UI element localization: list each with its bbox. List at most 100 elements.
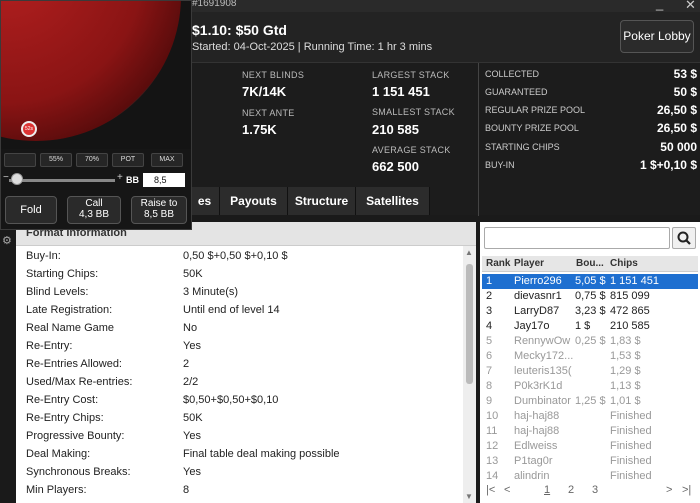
player-player-cell: P0k3rK1d [514,380,563,392]
scroll-down-icon[interactable]: ▼ [465,492,473,501]
prize-row: BOUNTY PRIZE POOL 26,50 $ [485,121,697,139]
tab-structure[interactable]: Structure [288,187,356,215]
bet-70-button[interactable]: 70% [76,153,108,167]
bet-slider-knob[interactable] [11,173,23,185]
player-search-input[interactable] [484,227,670,249]
player-row[interactable]: 11 haj-haj88 Finished [482,424,698,439]
info-key: Re-Entry Cost: [26,394,99,406]
slider-minus-button[interactable]: − [3,172,9,183]
info-scrollbar[interactable]: ▲ ▼ [463,246,476,503]
player-row[interactable]: 9 Dumbinator 1,25 $ 1,01 $ [482,394,698,409]
player-row[interactable]: 13 P1tag0r Finished [482,454,698,469]
player-bounty-cell: 0,75 $ [575,290,606,302]
tab-payouts[interactable]: Payouts [220,187,288,215]
info-row: Deal Making: Final table deal making poss… [16,446,462,464]
player-row[interactable]: 8 P0k3rK1d 1,13 $ [482,379,698,394]
tab-satellites[interactable]: Satellites [356,187,430,215]
tournament-id: #1691908 [192,0,237,9]
col-player[interactable]: Player [514,258,544,269]
col-chips[interactable]: Chips [610,258,638,269]
bb-label: BB [126,175,139,185]
next-blinds-label: NEXT BLINDS [242,70,305,80]
info-key: Deal Making: [26,448,91,460]
info-value: $0,50+$0,50+$0,10 [183,394,279,406]
player-player-cell: Mecky172... [514,350,574,362]
largest-stack-value: 1 151 451 [372,84,430,99]
info-value: Yes [183,466,201,478]
search-icon [677,231,691,245]
info-value: 2/2 [183,376,199,388]
info-value: 3 Minute(s) [183,286,239,298]
player-rank-cell: 10 [486,410,499,422]
player-row[interactable]: 5 RennywOw 0,25 $ 1,83 $ [482,334,698,349]
player-chips-cell: Finished [610,410,652,422]
prize-panel: COLLECTED 53 $ GUARANTEED 50 $ REGULAR P… [478,63,700,216]
tab-entries[interactable]: es [190,187,220,215]
player-chips-cell: Finished [610,455,652,467]
player-row[interactable]: 7 leuteris135(1,29 $ [482,364,698,379]
col-rank[interactable]: Rank [486,258,510,269]
first-page-button[interactable]: |< [486,484,495,496]
player-row[interactable]: 4 Jay17o 1 $ 210 585 [482,319,698,334]
raise-button[interactable]: Raise to 8,5 BB [131,196,187,224]
info-key: Starting Chips: [26,268,99,280]
player-rank-cell: 2 [486,290,493,302]
bet-55-button[interactable]: 55% [40,153,72,167]
prize-value: 50 000 [660,140,697,154]
scroll-up-icon[interactable]: ▲ [465,248,473,257]
page-1-button[interactable]: 1 [544,484,550,496]
info-value: 0,50 $+0,50 $+0,10 $ [183,250,288,262]
info-key: Real Name Game [26,322,115,334]
call-button[interactable]: Call 4,3 BB [67,196,121,224]
bet-amount-input[interactable]: 8,5 [143,173,185,187]
player-player-cell: haj-haj88 [514,410,560,422]
slider-plus-button[interactable]: + [117,172,123,183]
info-value: 8 [183,484,190,496]
player-player-cell: P1tag0r [514,455,553,467]
player-row[interactable]: 1 Pierro296 5,05 $ 1 151 451 [482,274,698,289]
player-rank-cell: 7 [486,365,493,377]
player-row[interactable]: 6 Mecky172... 1,53 $ [482,349,698,364]
minimize-button[interactable]: _ [656,0,663,11]
page-3-button[interactable]: 3 [592,484,598,496]
tournament-subtitle: Started: 04-Oct-2025 | Running Time: 1 h… [192,41,433,53]
prize-value: 26,50 $ [656,103,697,117]
last-page-button[interactable]: >| [682,484,691,496]
player-row[interactable]: 2 dievasnr1 0,75 $ 815 099 [482,289,698,304]
player-bounty-cell: 3,23 $ [575,305,606,317]
info-key: Used/Max Re-entries: [26,376,133,388]
player-rank-cell: 6 [486,350,493,362]
col-bounty[interactable]: Bou... [576,258,604,269]
player-row[interactable]: 10 haj-haj88 Finished [482,409,698,424]
prize-value: 1 $+0,10 $ [639,158,697,172]
info-key: Progressive Bounty: [26,430,125,442]
page-2-button[interactable]: 2 [568,484,574,496]
prev-page-button[interactable]: < [504,484,510,496]
prize-row: REGULAR PRIZE POOL 26,50 $ [485,103,697,121]
prize-value: 53 $ [673,67,697,81]
next-page-button[interactable]: > [666,484,672,496]
settings-icon[interactable]: ⚙ [2,234,12,247]
prize-label: COLLECTED [485,69,540,79]
info-value: No [183,322,198,334]
player-rank-cell: 8 [486,380,493,392]
player-row[interactable]: 12 Edlweiss Finished [482,439,698,454]
player-player-cell: RennywOw [514,335,571,347]
info-value: Final table deal making possible [183,448,340,460]
player-row[interactable]: 3 LarryD87 3,23 $ 472 865 [482,304,698,319]
fold-button[interactable]: Fold [5,196,57,224]
search-button[interactable] [672,227,696,249]
info-row: Late Registration: Until end of level 14 [16,302,462,320]
bet-max-button[interactable]: MAX [151,153,183,167]
poker-lobby-button[interactable]: Poker Lobby [620,20,694,53]
bet-pot-button[interactable]: POT [112,153,144,167]
player-player-cell: Dumbinator [514,395,571,407]
bet-slider-track[interactable] [9,179,115,182]
bet-preset-button[interactable] [4,153,36,167]
player-rank-cell: 13 [486,455,499,467]
prize-value: 50 $ [673,85,697,99]
info-row: Re-Entries Allowed: 2 [16,356,462,374]
player-bounty-cell: 5,05 $ [575,275,606,287]
scrollbar-thumb[interactable] [466,264,473,384]
player-chips-cell: 1 151 451 [610,275,659,287]
